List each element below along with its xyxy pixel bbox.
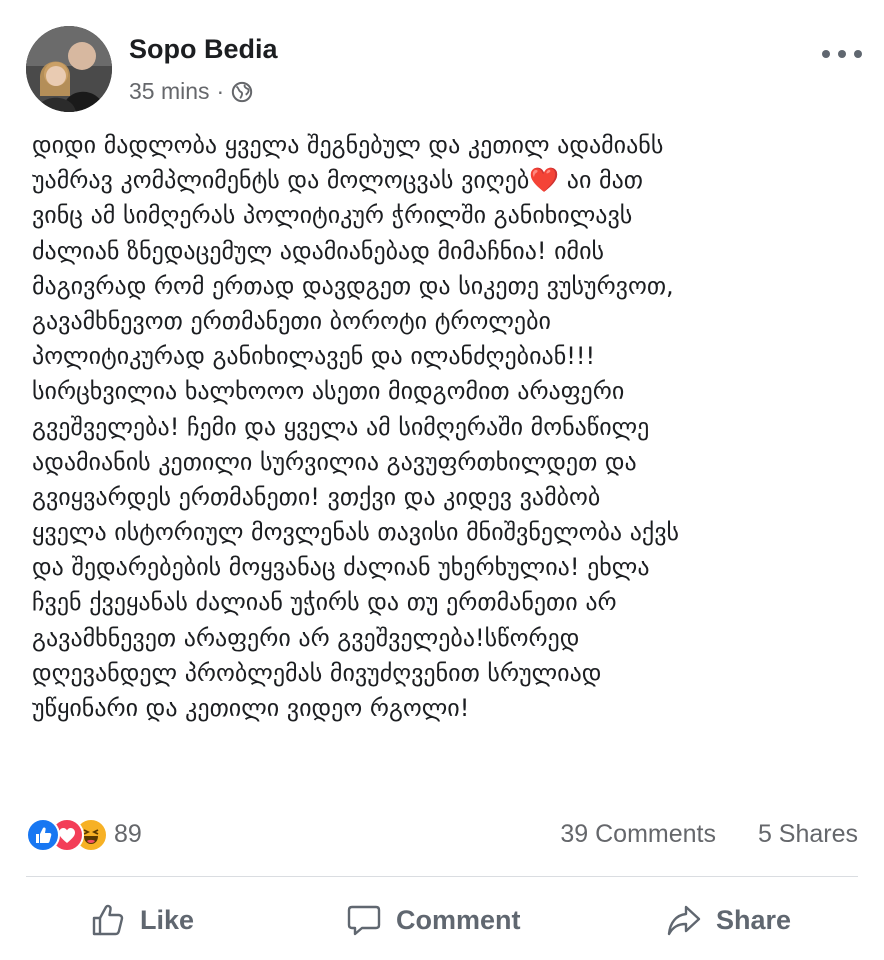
post-text-line: გავამხნევეთ არაფერი არ გვეშველება!სწორედ xyxy=(32,623,580,652)
comment-label: Comment xyxy=(396,904,521,935)
post-text-line: უამრავ კომპლიმენტს და მოლოცვას ვიღებ❤️ ა… xyxy=(32,166,643,195)
post-text-line: ჩვენ ქვეყანას ძალიან უჭირს და თუ ერთმანე… xyxy=(32,588,617,617)
more-dot xyxy=(822,50,830,58)
share-button[interactable]: Share xyxy=(666,898,791,942)
comment-icon xyxy=(347,905,381,936)
post-text-line: ძალიან ზნედაცემულ ადამიანებად მიმაჩნია! … xyxy=(32,236,605,265)
post-timestamp[interactable]: 35 mins xyxy=(129,78,210,105)
comment-button[interactable]: Comment xyxy=(346,898,521,942)
like-label: Like xyxy=(140,904,195,935)
globe-icon[interactable] xyxy=(231,81,253,103)
more-dot xyxy=(854,50,862,58)
post-text-line: დიდი მადლობა ყველა შეგნებულ და კეთილ ადა… xyxy=(32,131,664,159)
post-text-line: გვეშველება! ჩემი და ყველა ამ სიმღერაში მ… xyxy=(32,412,650,441)
shares-count-link[interactable]: 5 Shares xyxy=(758,820,858,849)
reaction-count[interactable]: 89 xyxy=(114,820,142,849)
meta-separator: · xyxy=(216,78,225,104)
post-text-line: დღევანდელ პრობლემას მივუძღვენით სრულიად xyxy=(32,658,602,687)
post-text-line: მაგივრად რომ ერთად დავდგეთ და სიკეთე ვუს… xyxy=(32,271,674,300)
post-text-line: გავამხნევოთ ერთმანეთი ბოროტი ტროლები xyxy=(32,306,551,335)
post-text-line: ადამიანის კეთილი სურვილია გავუფრთხილდეთ … xyxy=(32,447,637,476)
post-stats: 89 39 Comments 5 Shares xyxy=(0,812,884,858)
post-text-line: უწყინარი და კეთილი ვიდეო რგოლი! xyxy=(32,694,470,722)
divider xyxy=(26,876,858,877)
post-text-line: პოლიტიკურად განიხილავენ და ილანძღებიან!!… xyxy=(32,342,596,371)
avatar[interactable] xyxy=(26,26,112,112)
post-actions: Like Comment Share xyxy=(0,884,884,956)
post-text-line: ყველა ისტორიულ მოვლენას თავისი მნიშვნელო… xyxy=(32,518,680,547)
post-header: Sopo Bedia 35 mins · xyxy=(0,0,884,120)
like-reaction-icon xyxy=(26,818,60,852)
comments-count-link[interactable]: 39 Comments xyxy=(560,820,716,849)
post-meta: 35 mins · xyxy=(129,78,253,105)
more-dot xyxy=(838,50,846,58)
post-text-line: და შედარებების მოყვანაც ძალიან უხერხულია… xyxy=(32,553,650,582)
share-label: Share xyxy=(716,904,792,935)
author-name[interactable]: Sopo Bedia xyxy=(129,34,278,65)
post-text-line: სირცხვილია ხალხოოო ასეთი მიდგომით არაფერ… xyxy=(32,377,625,406)
share-icon xyxy=(667,905,701,936)
post-text-line: გვიყვარდეს ერთმანეთი! ვთქვი და კიდევ ვამ… xyxy=(32,482,601,511)
post-text: დიდი მადლობა ყველა შეგნებულ და კეთილ ადა… xyxy=(32,128,862,726)
thumbs-up-icon xyxy=(92,904,124,936)
like-button[interactable]: Like xyxy=(90,898,194,942)
post-text-line: ვინც ამ სიმღერას პოლიტიკურ ჭრილში განიხი… xyxy=(32,201,633,230)
profile-photo-icon xyxy=(26,26,112,112)
more-options-icon[interactable] xyxy=(822,46,862,62)
